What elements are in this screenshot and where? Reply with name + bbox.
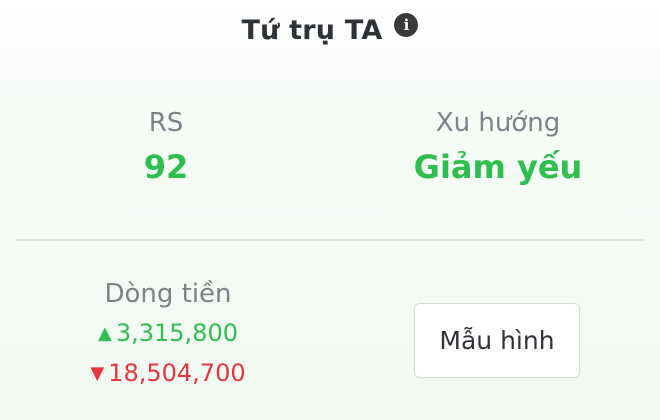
cashflow-section: Dòng tiền ▲ 3,315,800 ▼ 18,504,700 (66, 279, 270, 387)
rs-label: RS (148, 108, 184, 138)
arrow-down-icon: ▼ (90, 362, 105, 384)
page-title: Tứ trụ TA (241, 14, 383, 46)
info-icon[interactable]: i (394, 13, 419, 37)
cashflow-outflow-value: 18,504,700 (108, 359, 246, 387)
cashflow-inflow-value: 3,315,800 (115, 319, 238, 347)
pattern-button-label: Mẫu hình (439, 326, 555, 355)
arrow-up-icon: ▲ (98, 322, 112, 344)
cashflow-inflow: ▲ 3,315,800 (66, 319, 270, 347)
header: Tứ trụ TA i (0, 10, 660, 50)
trend-value: Giảm yếu (413, 148, 583, 186)
rs-value: 92 (143, 148, 189, 186)
cashflow-outflow: ▼ 18,504,700 (66, 359, 270, 387)
trend-metric: Xu hướng Giảm yếu (360, 108, 636, 186)
rs-metric: RS 92 (66, 108, 266, 186)
divider (16, 239, 644, 241)
pattern-button[interactable]: Mẫu hình (414, 303, 580, 378)
cashflow-label: Dòng tiền (104, 279, 232, 309)
trend-label: Xu hướng (435, 108, 561, 138)
